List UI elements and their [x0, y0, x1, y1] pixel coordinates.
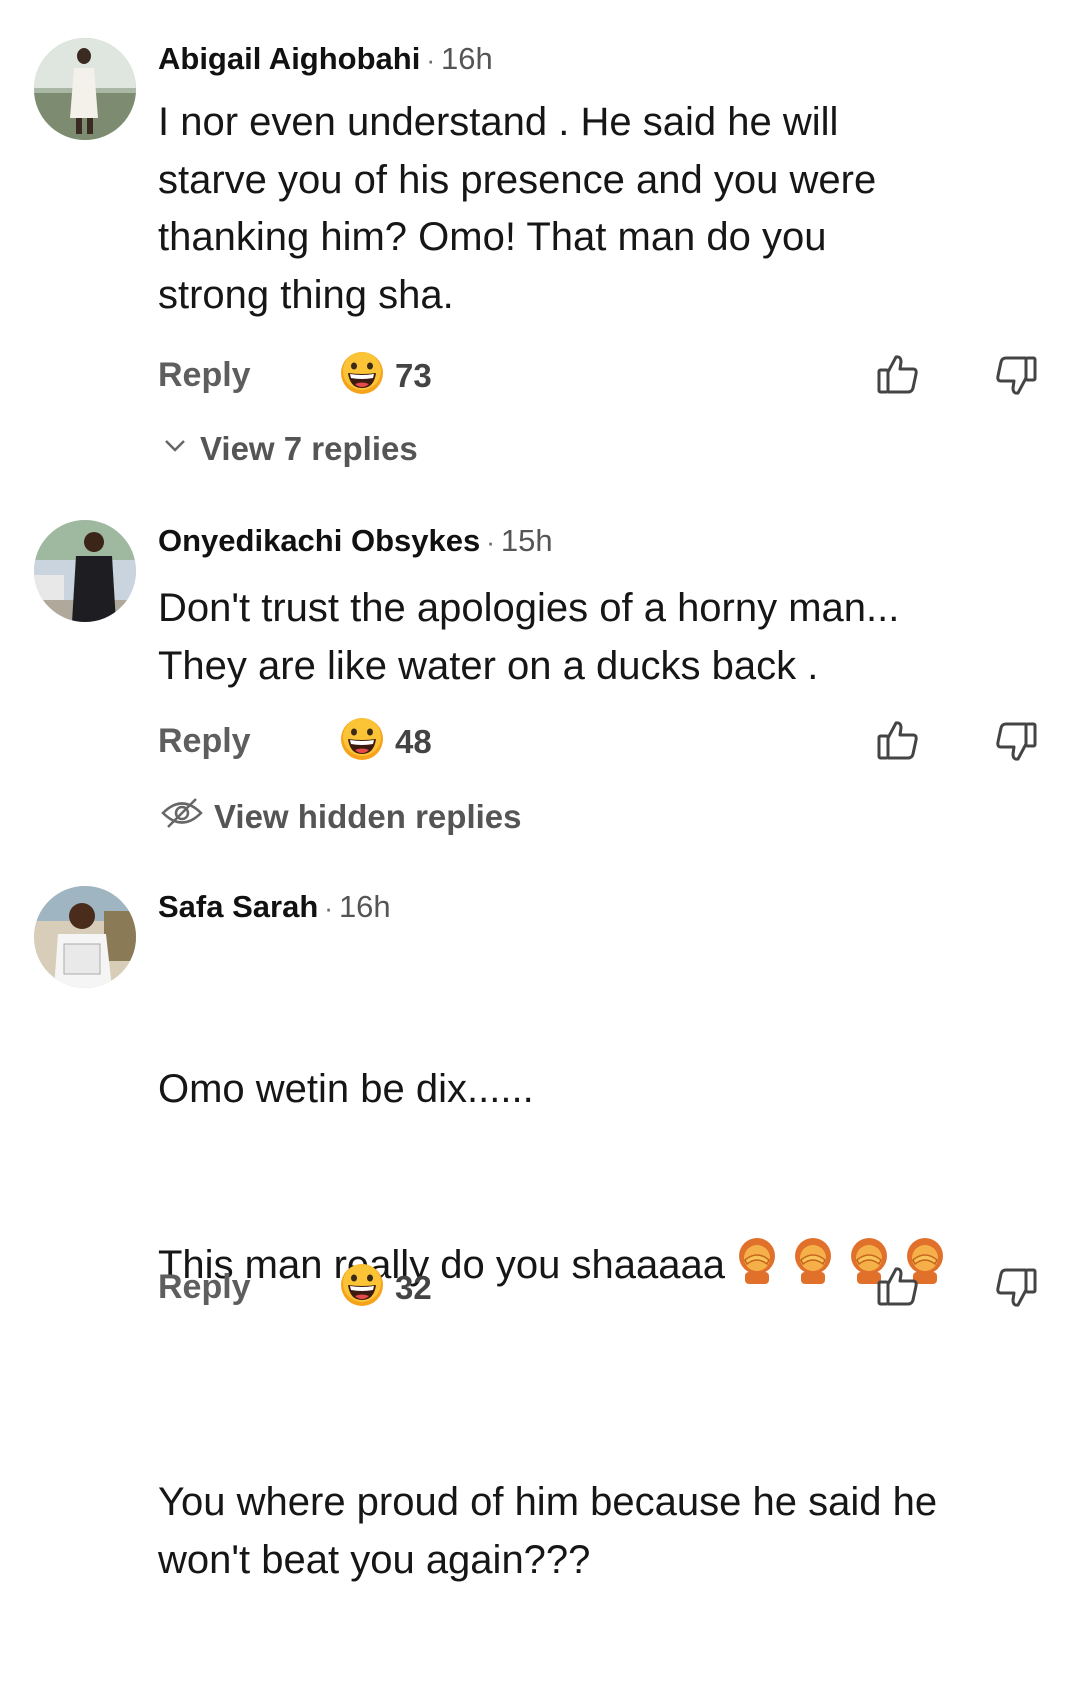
- timestamp: 16h: [441, 41, 493, 76]
- author-name[interactable]: Abigail Aighobahi: [158, 41, 420, 76]
- reaction-count: 73: [395, 356, 432, 394]
- thumbs-down-icon[interactable]: [994, 1266, 1038, 1315]
- separator-dot: ·: [486, 527, 495, 557]
- avatar[interactable]: [34, 520, 136, 622]
- thumbs-down-icon[interactable]: [994, 354, 1038, 403]
- eye-off-icon: [160, 796, 204, 838]
- reaction-summary[interactable]: 48: [339, 716, 432, 767]
- reaction-summary[interactable]: 32: [339, 1262, 432, 1313]
- comment-text: Don't trust the apologies of a horny man…: [158, 586, 900, 688]
- separator-dot: ·: [426, 45, 436, 75]
- reply-button[interactable]: Reply: [158, 722, 251, 761]
- view-replies-label: View hidden replies: [214, 798, 522, 835]
- view-hidden-replies-button[interactable]: View hidden replies: [160, 796, 522, 838]
- separator-dot: ·: [324, 893, 333, 923]
- grinning-emoji-icon: [339, 1262, 385, 1313]
- comment-text-line: You where proud of him because he said h…: [158, 1480, 938, 1582]
- timestamp: 15h: [500, 523, 553, 558]
- comment-header: Onyedikachi Obsykes · 15h: [158, 521, 1050, 562]
- view-replies-label: View 7 replies: [200, 430, 418, 467]
- chevron-down-icon: [160, 430, 190, 468]
- thumbs-up-icon[interactable]: [876, 1264, 920, 1313]
- comment-header: Safa Sarah · 16h: [158, 887, 1050, 928]
- comment-header: Abigail Aighobahi · 16h: [158, 39, 1050, 80]
- thumbs-up-icon[interactable]: [876, 718, 920, 767]
- reply-button[interactable]: Reply: [158, 356, 251, 395]
- thumbs-down-icon[interactable]: [994, 720, 1038, 769]
- avatar[interactable]: [34, 38, 136, 140]
- avatar[interactable]: [34, 886, 136, 988]
- reply-button[interactable]: Reply: [158, 1268, 251, 1307]
- view-replies-button[interactable]: View 7 replies: [160, 430, 418, 468]
- comment-text: I nor even understand . He said he will …: [158, 100, 877, 317]
- reaction-summary[interactable]: 73: [339, 350, 432, 401]
- author-name[interactable]: Safa Sarah: [158, 889, 318, 924]
- comment-text-line: Omo wetin be dix......: [158, 1067, 534, 1111]
- comment-text: Omo wetin be dix...... This man really d…: [158, 946, 1050, 1704]
- reaction-count: 48: [395, 722, 432, 760]
- author-name[interactable]: Onyedikachi Obsykes: [158, 523, 480, 558]
- reaction-count: 32: [395, 1268, 432, 1306]
- timestamp: 16h: [338, 889, 391, 924]
- thumbs-up-icon[interactable]: [876, 352, 920, 401]
- grinning-emoji-icon: [339, 716, 385, 767]
- grinning-emoji-icon: [339, 350, 385, 401]
